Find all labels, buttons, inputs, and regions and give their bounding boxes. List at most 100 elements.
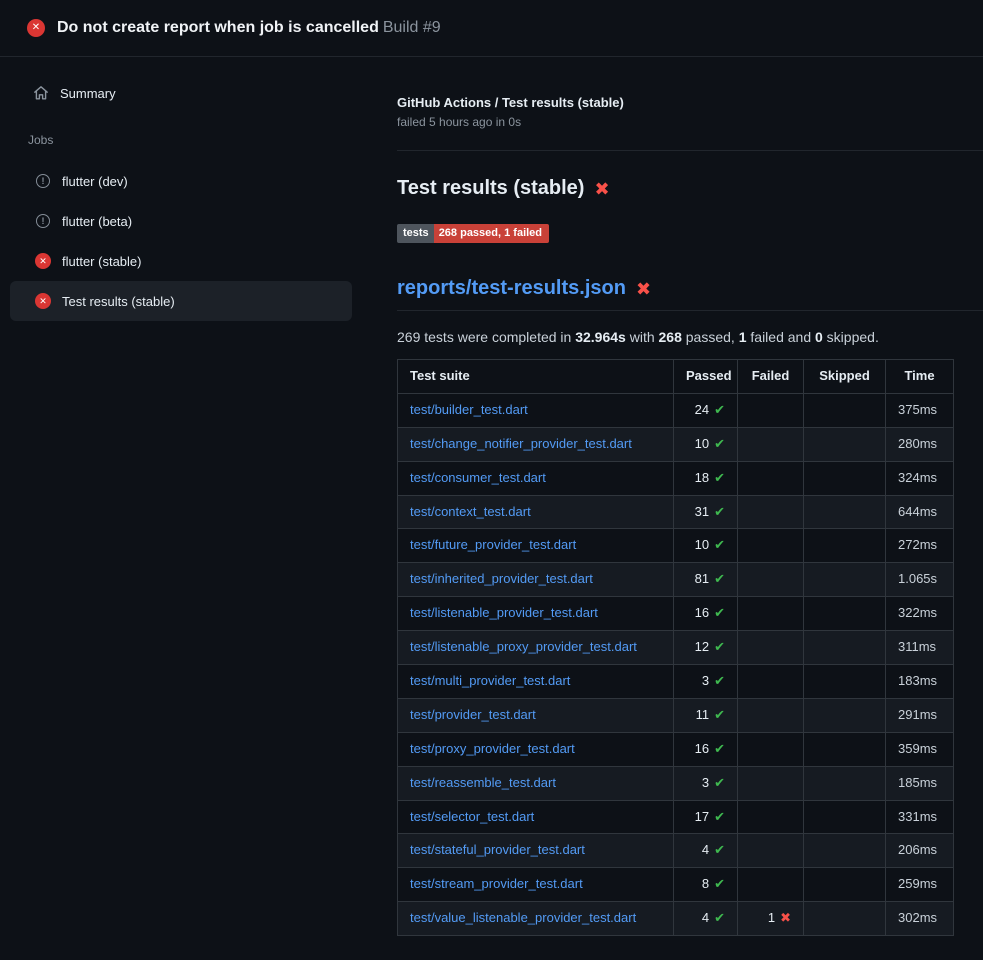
x-circle-icon [35, 293, 51, 309]
table-row: test/inherited_provider_test.dart 81 1.0… [398, 563, 954, 597]
summary-text-part: 269 tests were completed in [397, 329, 575, 345]
summary-skipped-count: 0 [815, 329, 823, 345]
test-suite-link[interactable]: test/builder_test.dart [410, 402, 528, 417]
check-icon [714, 741, 725, 756]
skipped-cell [804, 563, 886, 597]
test-suite-link[interactable]: test/reassemble_test.dart [410, 775, 556, 790]
time-cell: 302ms [886, 902, 954, 936]
table-row: test/consumer_test.dart 18 324ms [398, 461, 954, 495]
time-cell: 331ms [886, 800, 954, 834]
col-header-time: Time [886, 360, 954, 394]
summary-text-part: passed, [682, 329, 739, 345]
passed-count: 4 [702, 842, 709, 857]
test-suite-link[interactable]: test/proxy_provider_test.dart [410, 741, 575, 756]
passed-cell: 3 [674, 665, 738, 699]
time-cell: 322ms [886, 597, 954, 631]
x-icon [780, 910, 791, 925]
passed-cell: 10 [674, 529, 738, 563]
check-icon [714, 707, 725, 722]
test-suite-link[interactable]: test/stateful_provider_test.dart [410, 842, 585, 857]
table-row: test/listenable_provider_test.dart 16 32… [398, 597, 954, 631]
passed-count: 12 [695, 639, 709, 654]
summary-text-part: failed and [747, 329, 816, 345]
table-row: test/context_test.dart 31 644ms [398, 495, 954, 529]
passed-cell: 16 [674, 597, 738, 631]
test-suite-link[interactable]: test/future_provider_test.dart [410, 537, 576, 552]
sidebar-job-item[interactable]: flutter (dev) [10, 161, 352, 201]
run-title-text: Do not create report when job is cancell… [57, 19, 379, 36]
suite-cell: test/consumer_test.dart [398, 461, 674, 495]
breadcrumb: GitHub Actions / Test results (stable) [397, 95, 983, 110]
test-suite-link[interactable]: test/inherited_provider_test.dart [410, 571, 593, 586]
check-icon [714, 571, 725, 586]
passed-count: 24 [695, 402, 709, 417]
badge-label: tests [397, 224, 434, 243]
check-icon [714, 537, 725, 552]
suite-cell: test/change_notifier_provider_test.dart [398, 427, 674, 461]
passed-count: 3 [702, 673, 709, 688]
time-cell: 185ms [886, 766, 954, 800]
passed-cell: 8 [674, 868, 738, 902]
table-row: test/builder_test.dart 24 375ms [398, 393, 954, 427]
jobs-section-label: Jobs [28, 133, 352, 147]
passed-cell: 3 [674, 766, 738, 800]
sidebar-job-item[interactable]: flutter (stable) [10, 241, 352, 281]
test-suite-link[interactable]: test/listenable_proxy_provider_test.dart [410, 639, 637, 654]
report-heading: reports/test-results.json [397, 277, 983, 311]
table-row: test/multi_provider_test.dart 3 183ms [398, 665, 954, 699]
test-suite-link[interactable]: test/listenable_provider_test.dart [410, 605, 598, 620]
check-icon [714, 470, 725, 485]
suite-cell: test/builder_test.dart [398, 393, 674, 427]
passed-cell: 11 [674, 698, 738, 732]
skipped-cell [804, 529, 886, 563]
passed-count: 81 [695, 571, 709, 586]
sidebar-job-item[interactable]: Test results (stable) [10, 281, 352, 321]
time-cell: 291ms [886, 698, 954, 732]
check-icon [714, 910, 725, 925]
failed-cell [738, 529, 804, 563]
passed-count: 18 [695, 470, 709, 485]
job-label: flutter (beta) [62, 214, 132, 229]
summary-passed-count: 268 [659, 329, 682, 345]
col-header-passed: Passed [674, 360, 738, 394]
summary-label: Summary [60, 86, 116, 101]
test-suite-link[interactable]: test/selector_test.dart [410, 809, 534, 824]
failed-count: 1 [768, 910, 775, 925]
passed-cell: 12 [674, 631, 738, 665]
test-suite-link[interactable]: test/consumer_test.dart [410, 470, 546, 485]
suite-cell: test/listenable_proxy_provider_test.dart [398, 631, 674, 665]
failed-cell [738, 834, 804, 868]
test-suite-link[interactable]: test/change_notifier_provider_test.dart [410, 436, 632, 451]
results-summary: 269 tests were completed in 32.964s with… [397, 329, 983, 345]
job-label: flutter (stable) [62, 254, 141, 269]
sidebar-item-summary[interactable]: Summary [10, 75, 352, 111]
sidebar-job-item[interactable]: flutter (beta) [10, 201, 352, 241]
skipped-cell [804, 631, 886, 665]
test-suite-link[interactable]: test/value_listenable_provider_test.dart [410, 910, 636, 925]
test-suite-link[interactable]: test/context_test.dart [410, 504, 531, 519]
table-row: test/proxy_provider_test.dart 16 359ms [398, 732, 954, 766]
check-icon [714, 436, 725, 451]
table-row: test/stateful_provider_test.dart 4 206ms [398, 834, 954, 868]
col-header-test-suite: Test suite [398, 360, 674, 394]
passed-count: 8 [702, 876, 709, 891]
report-link[interactable]: reports/test-results.json [397, 277, 626, 300]
job-status-icon [35, 213, 51, 229]
check-icon [714, 605, 725, 620]
failed-cell: 1 [738, 902, 804, 936]
skipped-cell [804, 732, 886, 766]
skipped-cell [804, 427, 886, 461]
passed-count: 16 [695, 605, 709, 620]
passed-count: 17 [695, 809, 709, 824]
test-suite-link[interactable]: test/multi_provider_test.dart [410, 673, 570, 688]
home-icon [33, 85, 49, 101]
check-icon [714, 504, 725, 519]
table-row: test/selector_test.dart 17 331ms [398, 800, 954, 834]
test-suite-link[interactable]: test/stream_provider_test.dart [410, 876, 583, 891]
passed-count: 4 [702, 910, 709, 925]
skipped-cell [804, 665, 886, 699]
suite-cell: test/inherited_provider_test.dart [398, 563, 674, 597]
suite-cell: test/context_test.dart [398, 495, 674, 529]
main-content: GitHub Actions / Test results (stable) f… [370, 57, 983, 960]
test-suite-link[interactable]: test/provider_test.dart [410, 707, 536, 722]
